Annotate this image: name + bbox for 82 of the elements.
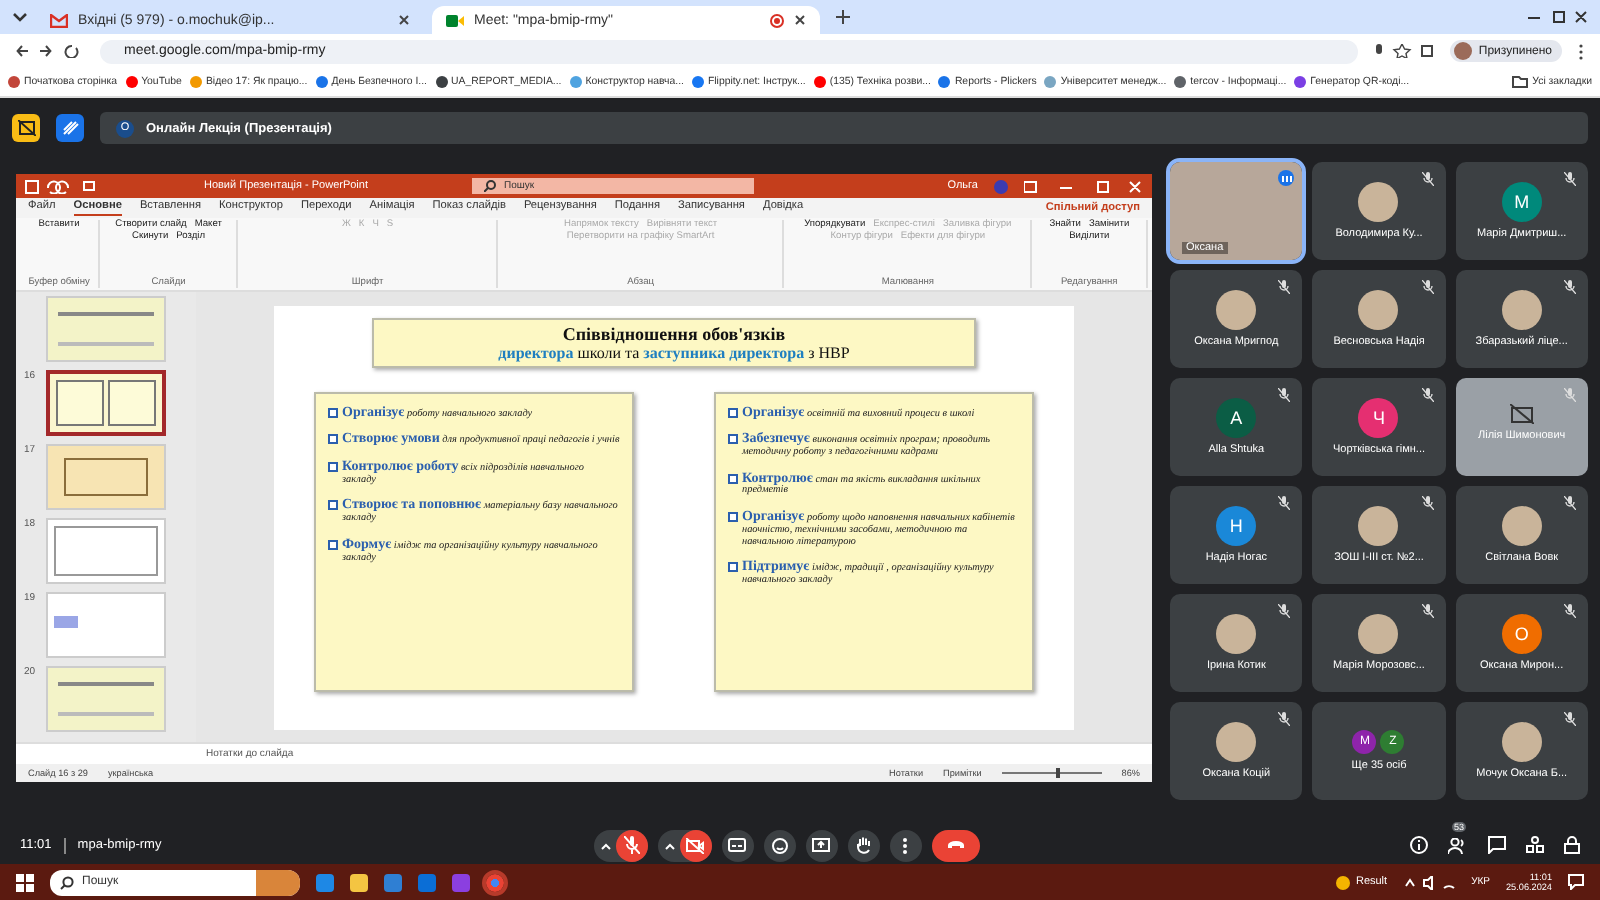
hand-icon: [855, 836, 872, 854]
window-controls-icon[interactable]: [1024, 179, 1144, 193]
zoom-thumb[interactable]: [1056, 768, 1061, 778]
avatar-placeholder: [1358, 290, 1399, 330]
bullet-icon: [728, 434, 738, 445]
store-app-icon[interactable]: [384, 873, 402, 891]
new-tab-icon[interactable]: [836, 10, 850, 24]
bullet-icon: [728, 512, 738, 523]
recording-icon: [770, 13, 784, 27]
bullet-icon: [328, 539, 338, 550]
letter-avatar: М: [1501, 182, 1542, 222]
avatar-placeholder: [1501, 290, 1542, 330]
slide-thumbnail[interactable]: [46, 370, 166, 436]
mic-off-icon: [623, 836, 640, 854]
folder-icon: [1512, 76, 1529, 88]
video-camera-icon: [446, 13, 464, 27]
pen-icon[interactable]: [56, 114, 84, 142]
letter-avatar: О: [1501, 614, 1542, 654]
tab-list-icon[interactable]: [12, 11, 28, 23]
window-controls-icon[interactable]: [1528, 10, 1588, 24]
hand-button[interactable]: [847, 829, 880, 861]
quick-access-icon[interactable]: [24, 179, 100, 193]
app-icon[interactable]: [452, 873, 470, 891]
smiley-icon: [771, 837, 788, 853]
phone-icon: [945, 840, 966, 850]
microphone-button[interactable]: [615, 829, 648, 861]
folder-app-icon[interactable]: [350, 873, 368, 891]
mail-app-icon[interactable]: [418, 873, 436, 891]
captions-icon: [728, 838, 747, 852]
lock-icon[interactable]: [1564, 836, 1580, 854]
camera-button[interactable]: [679, 829, 712, 861]
avatar-placeholder: [1501, 506, 1542, 546]
letter-avatar: Ч: [1358, 398, 1399, 438]
notifications-icon[interactable]: [1568, 874, 1584, 890]
present-button[interactable]: [805, 829, 838, 861]
avatar-placeholder: [1216, 290, 1257, 330]
search-icon: [484, 180, 496, 192]
more-button[interactable]: [889, 829, 922, 861]
bullet-icon: [328, 461, 338, 472]
avatar-placeholder: [1501, 722, 1542, 762]
slide-title: Співвідношення обов'язків: [560, 323, 788, 343]
emoji-button[interactable]: [763, 829, 796, 861]
toolbar-icon[interactable]: [1374, 44, 1435, 58]
bullet-icon: [728, 562, 738, 573]
present-screen-icon: [812, 838, 831, 852]
letter-avatar: A: [1216, 398, 1257, 438]
avatar-placeholder: [1358, 506, 1399, 546]
bullet-icon: [728, 407, 738, 417]
avatar-icon: [1454, 42, 1473, 60]
avatar-placeholder: [1358, 614, 1399, 654]
chevron-up-icon[interactable]: [663, 841, 676, 849]
more-icon: [902, 837, 909, 853]
windows-start-icon[interactable]: [16, 873, 34, 891]
avatar-placeholder: [1216, 722, 1257, 762]
avatar-placeholder: [1216, 614, 1257, 654]
close-icon[interactable]: [794, 14, 806, 26]
leave-button[interactable]: [931, 829, 980, 861]
video-placeholder: [1170, 162, 1303, 260]
captions-button[interactable]: [721, 829, 754, 861]
slide-subtitle: директора школи та заступника директора з НВР: [496, 343, 852, 361]
letter-avatar: Н: [1216, 506, 1257, 546]
navigation-icon[interactable]: [16, 44, 84, 58]
camera-off-icon: [686, 837, 705, 853]
bullet-icon: [328, 500, 338, 511]
sun-icon: [1335, 875, 1350, 889]
bullet-icon: [328, 434, 338, 445]
mail-icon: [50, 13, 68, 27]
info-icon[interactable]: [1410, 836, 1428, 854]
activities-icon[interactable]: [1526, 836, 1544, 854]
chat-icon[interactable]: [1488, 836, 1506, 854]
avatar-placeholder: [1358, 182, 1399, 222]
close-icon[interactable]: [398, 14, 410, 26]
bullet-icon: [728, 473, 738, 484]
menu-icon[interactable]: [1578, 43, 1584, 59]
camera-off-icon: [1509, 404, 1534, 424]
camera-off-icon[interactable]: [12, 114, 40, 142]
chevron-up-icon[interactable]: [599, 841, 612, 849]
search-icon: [60, 875, 74, 889]
search-highlight-placeholder: [256, 869, 300, 895]
bullet-icon: [328, 407, 338, 417]
system-tray-icon[interactable]: [1403, 875, 1456, 889]
browser-app-icon[interactable]: [316, 873, 334, 891]
